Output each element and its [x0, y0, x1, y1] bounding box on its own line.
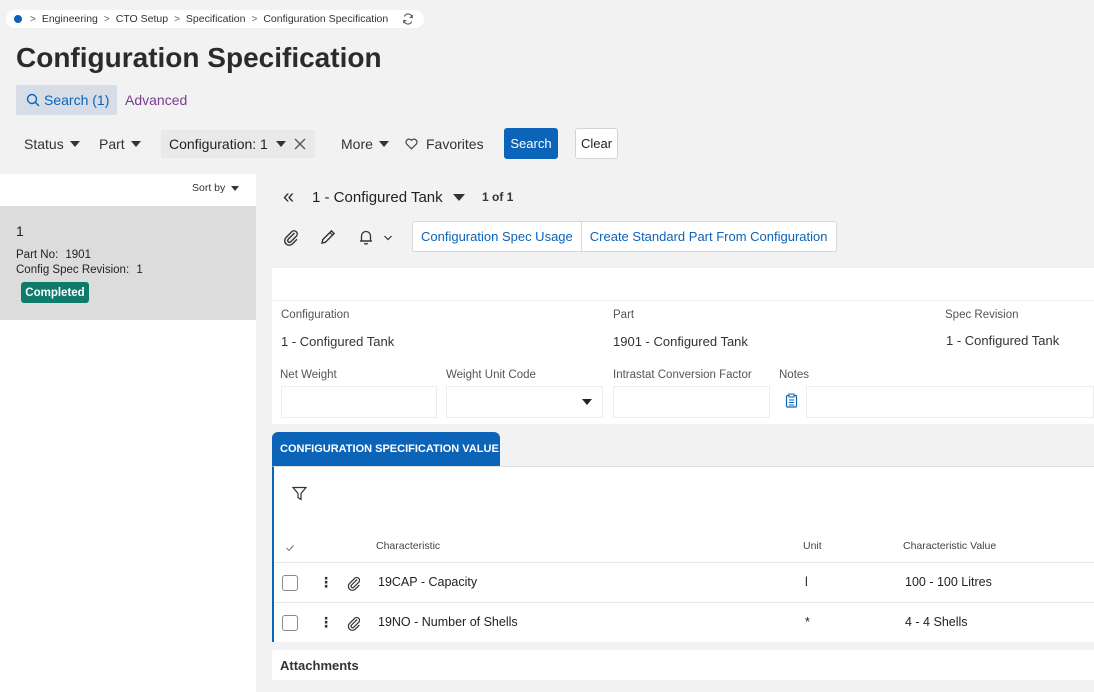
row-divider: [274, 562, 1094, 563]
unit-cell: *: [805, 615, 810, 629]
spec-revision-label: Spec Revision: [945, 309, 1019, 321]
breadcrumb-separator: >: [30, 13, 36, 25]
chevron-down-icon: [452, 194, 465, 201]
chevron-down-icon: [130, 141, 141, 147]
clear-button[interactable]: Clear: [575, 128, 618, 159]
breadcrumb-item-engineering[interactable]: Engineering: [42, 13, 98, 25]
configuration-label: Configuration: [281, 309, 350, 321]
advanced-tab[interactable]: Advanced: [125, 92, 187, 108]
refresh-icon[interactable]: [402, 13, 414, 25]
characteristic-value-cell: 100 - 100 Litres: [905, 575, 992, 589]
status-filter-label: Status: [24, 136, 64, 152]
search-button[interactable]: Search: [504, 128, 558, 159]
filter-icon[interactable]: [292, 486, 307, 501]
record-count: 1 of 1: [482, 190, 514, 204]
part-filter-label: Part: [99, 136, 125, 152]
search-icon: [26, 93, 40, 107]
weight-unit-select[interactable]: [446, 386, 603, 418]
attachments-section[interactable]: Attachments: [272, 650, 1094, 680]
breadcrumb-item-specification[interactable]: Specification: [186, 13, 246, 25]
column-header-characteristic-value[interactable]: Characteristic Value: [903, 540, 996, 552]
more-filter-label: More: [341, 136, 373, 152]
status-badge: Completed: [21, 282, 89, 303]
record-revision: Config Spec Revision: 1: [16, 264, 143, 276]
tab-configuration-specification-value[interactable]: CONFIGURATION SPECIFICATION VALUE: [272, 432, 500, 466]
configuration-filter-label: Configuration: 1: [169, 136, 268, 152]
part-no-value: 1901: [65, 249, 91, 261]
record-selector-label: 1 - Configured Tank: [312, 189, 443, 206]
close-icon[interactable]: [294, 138, 306, 150]
search-tab-label: Search (1): [44, 92, 110, 108]
chevron-down-icon[interactable]: [275, 141, 286, 147]
breadcrumb-separator: >: [103, 13, 110, 25]
weight-unit-label: Weight Unit Code: [446, 369, 536, 381]
paperclip-icon[interactable]: [346, 615, 362, 631]
chevron-down-icon: [69, 141, 80, 147]
paperclip-icon[interactable]: [282, 228, 300, 246]
pencil-icon[interactable]: [319, 228, 337, 246]
chevron-down-icon: [378, 141, 389, 147]
notes-label: Notes: [779, 369, 810, 381]
record-title: 1: [16, 223, 24, 239]
breadcrumb: > Engineering > CTO Setup > Specificatio…: [6, 10, 425, 28]
page-title: Configuration Specification: [16, 42, 382, 73]
row-menu-icon[interactable]: ⋮: [319, 574, 333, 591]
breadcrumb-item-cto-setup[interactable]: CTO Setup: [116, 13, 168, 25]
characteristic-value-cell: 4 - 4 Shells: [905, 615, 968, 629]
status-filter[interactable]: Status: [24, 135, 80, 153]
row-divider: [274, 602, 1094, 603]
configuration-spec-usage-button[interactable]: Configuration Spec Usage: [413, 222, 581, 251]
net-weight-label: Net Weight: [280, 369, 337, 381]
net-weight-field[interactable]: [281, 386, 437, 418]
bell-icon[interactable]: [357, 228, 375, 246]
notes-field[interactable]: [806, 386, 1094, 418]
configuration-value: 1 - Configured Tank: [281, 334, 395, 349]
spec-revision-link[interactable]: 1 - Configured Tank: [946, 333, 1059, 348]
part-value: 1901 - Configured Tank: [613, 334, 748, 349]
revision-value: 1: [136, 264, 143, 276]
sort-by-label: Sort by: [192, 182, 226, 194]
column-header-characteristic[interactable]: Characteristic: [376, 540, 440, 552]
collapse-list-icon[interactable]: «: [283, 187, 294, 207]
breadcrumb-separator: >: [174, 13, 180, 25]
row-checkbox[interactable]: [282, 615, 298, 631]
heart-icon: [405, 138, 418, 150]
notes-icon[interactable]: [785, 393, 798, 408]
search-tab[interactable]: Search (1): [16, 85, 117, 115]
row-menu-icon[interactable]: ⋮: [319, 614, 333, 631]
form-divider: [272, 300, 1094, 301]
part-filter[interactable]: Part: [99, 135, 141, 153]
revision-label: Config Spec Revision:: [16, 264, 130, 276]
record-selector[interactable]: 1 - Configured Tank: [312, 189, 465, 206]
paperclip-icon[interactable]: [346, 575, 362, 591]
select-all-check-icon[interactable]: [285, 544, 295, 552]
chevron-down-icon: [582, 399, 592, 405]
breadcrumb-separator: >: [251, 13, 258, 25]
record-part-no: Part No: 1901: [16, 249, 91, 261]
row-checkbox[interactable]: [282, 575, 298, 591]
characteristic-link[interactable]: 19NO - Number of Shells: [378, 615, 518, 629]
configuration-filter[interactable]: Configuration: 1: [161, 130, 315, 158]
unit-cell: l: [805, 575, 808, 589]
chevron-down-icon: [231, 185, 240, 191]
sort-by-button[interactable]: Sort by: [192, 182, 240, 194]
characteristic-link[interactable]: 19CAP - Capacity: [378, 575, 477, 589]
part-no-label: Part No:: [16, 249, 59, 261]
breadcrumb-item-current: Configuration Specification: [263, 13, 389, 25]
favorites-label: Favorites: [426, 136, 484, 152]
chevron-down-icon[interactable]: [383, 234, 393, 242]
app-dot-icon[interactable]: [14, 15, 22, 23]
favorites-button[interactable]: Favorites: [405, 135, 484, 153]
create-standard-part-button[interactable]: Create Standard Part From Configuration: [580, 222, 836, 251]
command-group: Configuration Spec Usage Create Standard…: [412, 221, 837, 252]
column-header-unit[interactable]: Unit: [803, 540, 822, 552]
more-filter[interactable]: More: [341, 135, 389, 153]
intrastat-label: Intrastat Conversion Factor: [613, 369, 752, 381]
part-label: Part: [613, 309, 635, 321]
intrastat-field[interactable]: [613, 386, 770, 418]
attachments-label: Attachments: [280, 657, 359, 673]
